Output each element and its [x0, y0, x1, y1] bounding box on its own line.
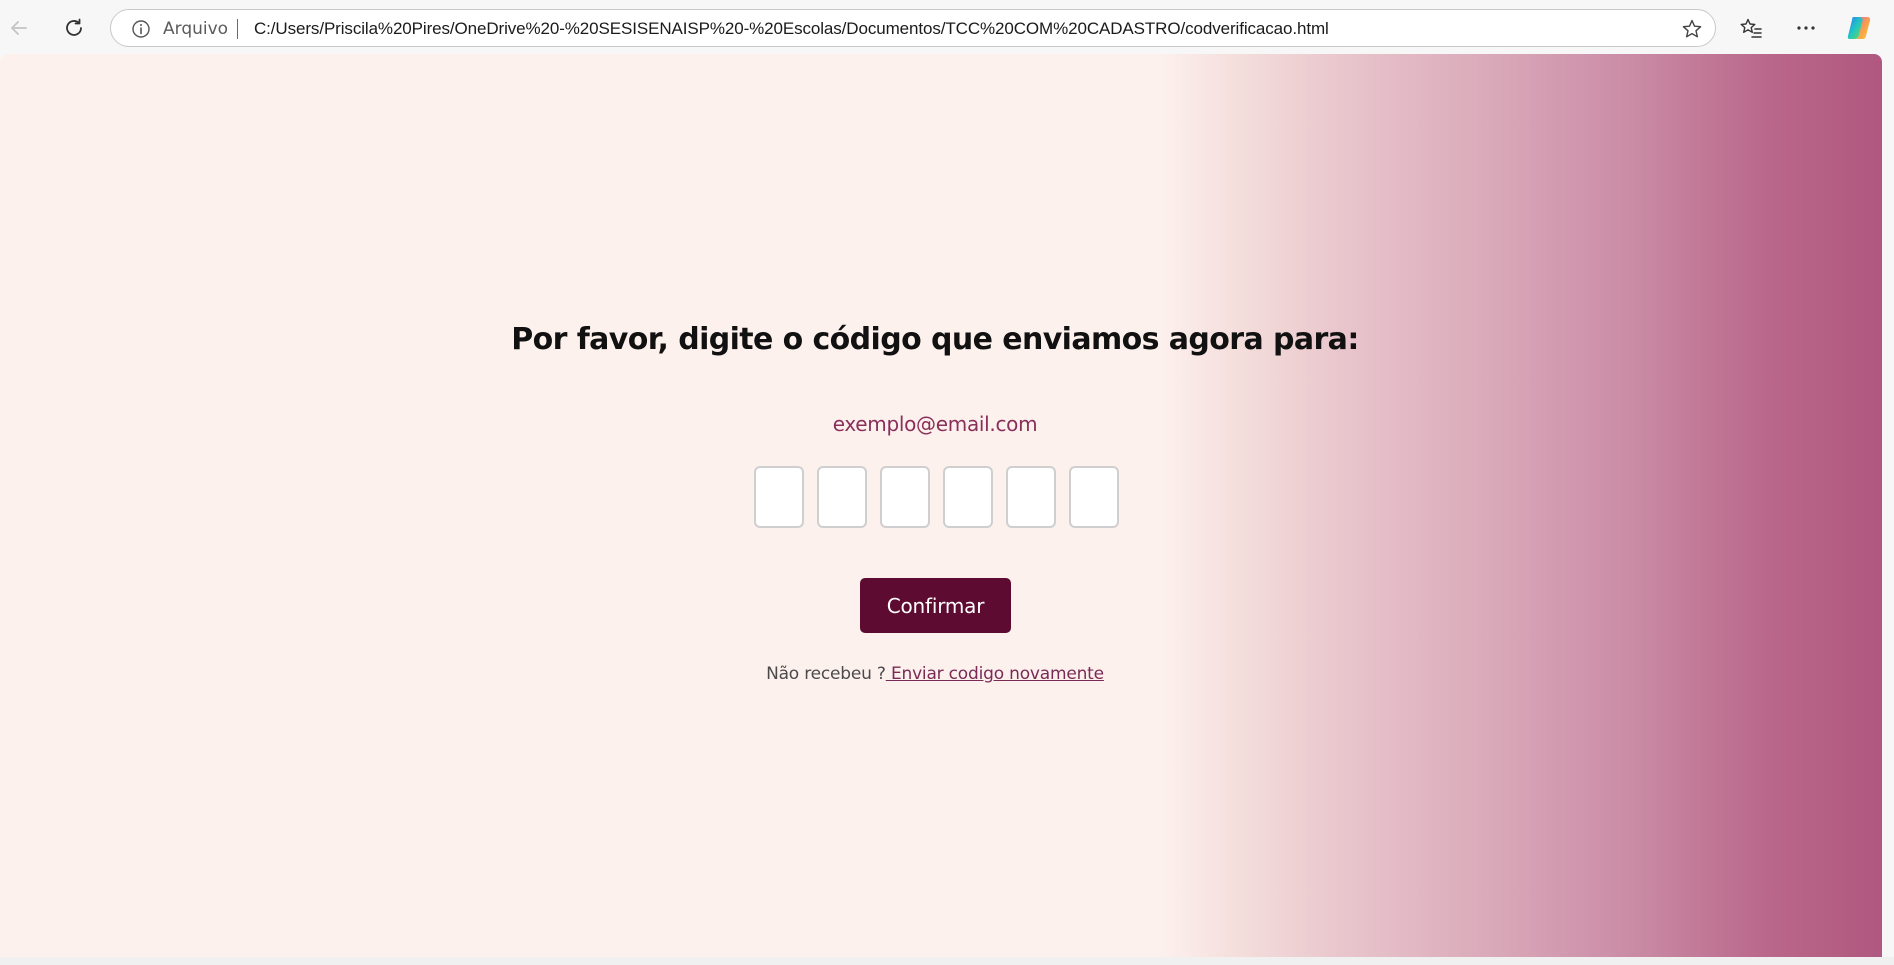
browser-window: Arquivo C:/Users/Priscila%20Pires/OneDri…: [0, 0, 1894, 965]
resend-code-link[interactable]: Enviar codigo novamente: [886, 664, 1104, 684]
code-digit-3[interactable]: [880, 466, 930, 528]
code-digit-2[interactable]: [817, 466, 867, 528]
back-button[interactable]: [0, 9, 38, 47]
favorites-icon: [1740, 18, 1762, 38]
verification-page: Por favor, digite o código que enviamos …: [0, 54, 1882, 957]
star-icon: [1682, 19, 1702, 38]
refresh-button[interactable]: [55, 9, 93, 47]
address-divider: [237, 19, 238, 39]
favorites-button[interactable]: [1732, 9, 1770, 47]
back-arrow-icon: [11, 21, 27, 35]
recipient-email: exemplo@email.com: [832, 412, 1038, 436]
code-digit-4[interactable]: [943, 466, 993, 528]
url-text[interactable]: C:/Users/Priscila%20Pires/OneDrive%20-%2…: [254, 19, 1329, 39]
code-digit-5[interactable]: [1006, 466, 1056, 528]
copilot-icon: [1847, 17, 1871, 39]
info-icon[interactable]: [131, 19, 151, 39]
code-digit-6[interactable]: [1069, 466, 1119, 528]
more-options-button[interactable]: [1787, 9, 1825, 47]
favorite-star-button[interactable]: [1679, 16, 1705, 42]
browser-toolbar: Arquivo C:/Users/Priscila%20Pires/OneDri…: [0, 0, 1894, 54]
resend-row: Não recebeu ? Enviar codigo novamente: [0, 664, 1870, 684]
confirm-button[interactable]: Confirmar: [860, 578, 1011, 633]
address-bar[interactable]: Arquivo C:/Users/Priscila%20Pires/OneDri…: [110, 9, 1716, 47]
more-icon: [1797, 26, 1815, 30]
code-digit-1[interactable]: [754, 466, 804, 528]
resend-prompt: Não recebeu ?: [766, 664, 886, 684]
page-heading: Por favor, digite o código que enviamos …: [511, 322, 1359, 357]
scrollbar[interactable]: [1882, 54, 1894, 957]
refresh-icon: [66, 18, 82, 36]
verification-code-inputs: [754, 466, 1119, 528]
window-bottom-edge: [0, 957, 1894, 965]
scheme-label: Arquivo: [163, 19, 229, 39]
copilot-button[interactable]: [1840, 9, 1878, 47]
